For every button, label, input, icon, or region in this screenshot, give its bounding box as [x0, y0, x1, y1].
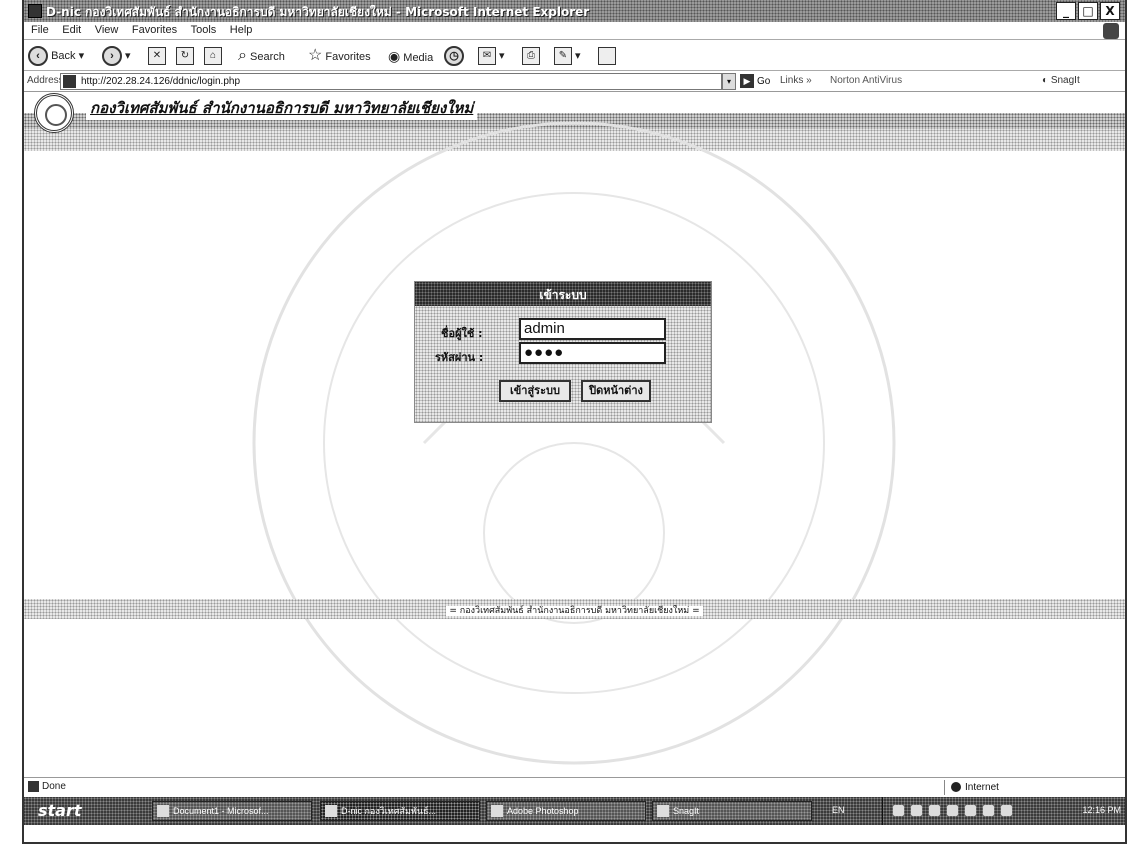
home-button[interactable]: ⌂: [204, 45, 222, 67]
menu-view[interactable]: View: [90, 22, 124, 38]
edit-icon: ✎: [554, 47, 572, 66]
task-snagit[interactable]: SnagIt: [652, 801, 812, 821]
close-page-button[interactable]: ปิดหน้าต่าง: [581, 380, 651, 402]
stop-icon: ✕: [148, 47, 166, 66]
tray-antivirus-icon[interactable]: [929, 805, 940, 816]
page-icon: [63, 75, 76, 88]
menu-favorites[interactable]: Favorites: [127, 22, 182, 38]
clock: 12:16 PM: [1082, 805, 1121, 815]
tray-messenger-icon[interactable]: [947, 805, 958, 816]
password-label: รหัสผ่าน :: [435, 351, 484, 364]
back-button[interactable]: ‹ Back ▾: [28, 45, 84, 67]
task-photoshop[interactable]: Adobe Photoshop: [486, 801, 646, 821]
search-button[interactable]: ⌕ Search: [238, 45, 285, 67]
tray-volume-icon[interactable]: [911, 805, 922, 816]
login-title: เข้าระบบ: [539, 288, 587, 302]
username-input[interactable]: admin: [519, 318, 666, 340]
start-button[interactable]: start: [24, 797, 124, 825]
username-label: ชื่อผู้ใช้ :: [441, 327, 483, 340]
globe-icon: [951, 782, 961, 793]
links-button[interactable]: Links »: [780, 75, 812, 86]
security-zone: Internet: [944, 780, 1044, 795]
discuss-button[interactable]: [598, 45, 616, 67]
menu-help[interactable]: Help: [225, 22, 258, 38]
title-bar[interactable]: D-nic กองวิเทศสัมพันธ์ สำนักงานอธิการบดี…: [24, 0, 1125, 22]
edit-button[interactable]: ✎ ▾: [554, 45, 581, 67]
site-title: กองวิเทศสัมพันธ์ สำนักงานอธิการบดี มหาวิ…: [86, 96, 478, 120]
snagit-button[interactable]: ◐ SnagIt: [1042, 75, 1080, 86]
close-window-button[interactable]: X: [1100, 2, 1120, 20]
language-indicator[interactable]: EN: [832, 805, 845, 815]
tray-app-icon[interactable]: [983, 805, 994, 816]
go-arrow-icon: ▶: [740, 74, 754, 88]
login-header: เข้าระบบ: [415, 282, 711, 306]
address-bar: Address http://202.28.24.126/ddnic/login…: [24, 72, 1125, 92]
mail-button[interactable]: ✉ ▾: [478, 45, 505, 67]
search-icon: ⌕: [238, 47, 247, 64]
norton-antivirus-button[interactable]: Norton AntiVirus: [830, 75, 902, 86]
media-icon: ◉: [388, 48, 401, 64]
home-icon: ⌂: [204, 47, 222, 66]
tray-misc-icon[interactable]: [1001, 805, 1012, 816]
header-subband: [24, 129, 1125, 151]
university-seal-logo: [34, 93, 74, 133]
back-arrow-icon: ‹: [28, 46, 48, 67]
windows-logo-icon: [1103, 23, 1119, 39]
task-dnic-browser[interactable]: D-nic กองวิเทศสัมพันธ์...: [320, 801, 480, 821]
refresh-icon: ↻: [176, 47, 194, 66]
favorites-button[interactable]: ☆ Favorites: [308, 45, 371, 67]
address-label: Address: [27, 75, 64, 86]
page-content: กองวิเทศสัมพันธ์ สำนักงานอธิการบดี มหาวิ…: [24, 93, 1125, 773]
taskbar: start Document1 - Microsof... D-nic กองว…: [24, 797, 1125, 825]
menu-file[interactable]: File: [26, 22, 54, 38]
print-icon: ⎙: [522, 47, 540, 66]
status-bar: Done Internet: [24, 777, 1125, 796]
minimize-button[interactable]: _: [1056, 2, 1076, 20]
watermark-seal: [252, 121, 896, 765]
mail-icon: ✉: [478, 47, 496, 66]
menu-tools[interactable]: Tools: [186, 22, 222, 38]
history-button[interactable]: ◷: [444, 45, 464, 67]
address-url: http://202.28.24.126/ddnic/login.php: [81, 76, 241, 87]
forward-arrow-icon: ›: [102, 46, 122, 67]
system-tray: 12:16 PM: [882, 797, 1125, 825]
address-input[interactable]: http://202.28.24.126/ddnic/login.php: [60, 73, 722, 90]
print-button[interactable]: ⎙: [522, 45, 540, 67]
address-dropdown-button[interactable]: ▾: [722, 73, 736, 90]
tray-network-icon[interactable]: [893, 805, 904, 816]
menu-bar: File Edit View Favorites Tools Help: [24, 22, 1125, 40]
login-submit-button[interactable]: เข้าสู่ระบบ: [499, 380, 571, 402]
media-button[interactable]: ◉ Media: [388, 45, 433, 67]
page-icon: [28, 781, 39, 792]
discuss-icon: [598, 47, 616, 66]
status-text: Done: [28, 781, 66, 792]
login-panel: เข้าระบบ ชื่อผู้ใช้ : admin รหัสผ่าน : ●…: [414, 281, 712, 423]
footer-band: = กองวิเทศสัมพันธ์ สำนักงานอธิการบดี มหา…: [24, 599, 1125, 619]
forward-button[interactable]: › ▾: [102, 45, 131, 67]
star-icon: ☆: [308, 47, 323, 64]
site-header: กองวิเทศสัมพันธ์ สำนักงานอธิการบดี มหาวิ…: [24, 93, 1125, 151]
tray-update-icon[interactable]: [965, 805, 976, 816]
window-title: D-nic กองวิเทศสัมพันธ์ สำนักงานอธิการบดี…: [46, 5, 590, 19]
ie-icon: [28, 4, 42, 18]
footer-text: = กองวิเทศสัมพันธ์ สำนักงานอธิการบดี มหา…: [24, 603, 1125, 617]
password-input[interactable]: ●●●●: [519, 342, 666, 364]
task-word-document[interactable]: Document1 - Microsof...: [152, 801, 312, 821]
browser-window: D-nic กองวิเทศสัมพันธ์ สำนักงานอธิการบดี…: [22, 0, 1127, 844]
refresh-button[interactable]: ↻: [176, 45, 194, 67]
maximize-button[interactable]: □: [1078, 2, 1098, 20]
go-button[interactable]: ▶ Go: [740, 74, 770, 88]
history-icon: ◷: [444, 46, 464, 67]
menu-edit[interactable]: Edit: [57, 22, 86, 38]
stop-button[interactable]: ✕: [148, 45, 166, 67]
toolbar: ‹ Back ▾ › ▾ ✕ ↻ ⌂ ⌕ Search ☆ Favorites …: [24, 41, 1125, 71]
